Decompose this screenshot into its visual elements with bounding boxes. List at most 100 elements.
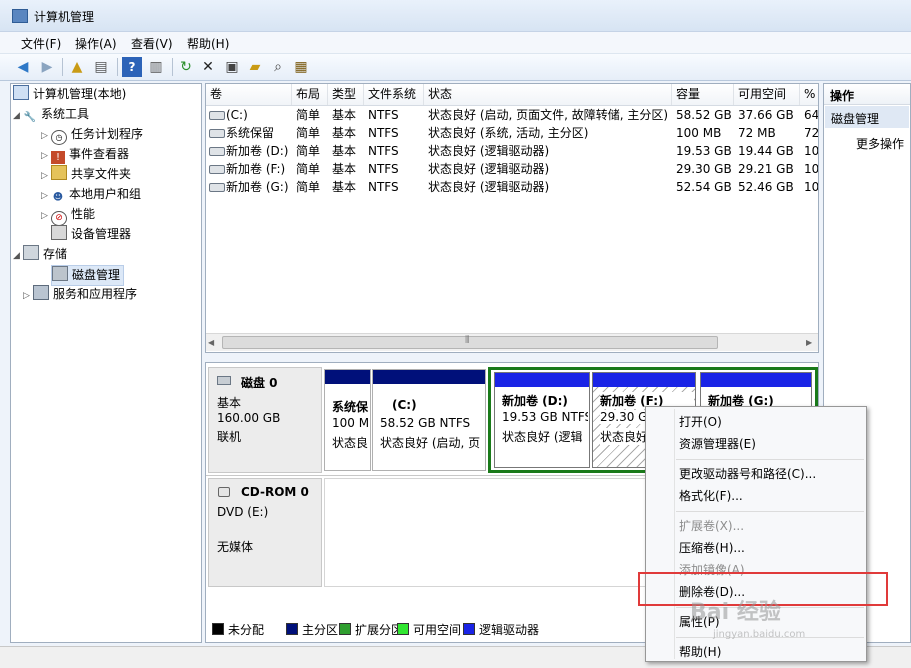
horizontal-scrollbar[interactable]: ◀ ⦀ ▶ bbox=[206, 333, 818, 351]
partition-system-reserved[interactable]: 系统保 100 M 状态良 bbox=[324, 369, 371, 471]
properties-icon[interactable]: ▣ bbox=[222, 57, 242, 77]
volume-cell-fs: NTFS bbox=[368, 126, 399, 140]
menu-item-format[interactable]: 格式化(F)... bbox=[679, 487, 743, 504]
disk0-name: 磁盘 0 bbox=[241, 376, 278, 390]
tree-item-computer-management[interactable]: 计算机管理(本地) bbox=[13, 85, 126, 104]
tree-item-performance[interactable]: ▷ ⊘ 性能 bbox=[41, 205, 95, 226]
expand-arrow-icon[interactable]: ▷ bbox=[41, 147, 51, 166]
tree-item-local-users-groups[interactable]: ▷ ☻ 本地用户和组 bbox=[41, 185, 141, 204]
menu-item-change-drive-letter[interactable]: 更改驱动器号和路径(C)... bbox=[679, 465, 816, 482]
volume-cell-status: 状态良好 (系统, 活动, 主分区) bbox=[428, 126, 589, 140]
refresh-icon[interactable]: ↻ bbox=[176, 57, 196, 77]
window-title: 计算机管理 bbox=[34, 10, 95, 24]
column-capacity[interactable]: 容量 bbox=[672, 84, 734, 105]
cdrom-media: 无媒体 bbox=[217, 540, 254, 554]
console-tree: 计算机管理(本地) ◢ 🔧 系统工具 ▷ ◷ 任务计划程序 ▷! 事件查看器 ▷ 共享文件夹… bbox=[10, 83, 202, 643]
partition-c[interactable]: (C:) 58.52 GB NTFS 状态良好 (启动, 页 bbox=[372, 369, 486, 471]
forward-icon[interactable]: ▶ bbox=[37, 57, 57, 77]
action-pane-icon[interactable]: ▥ bbox=[146, 57, 166, 77]
tree-item-storage[interactable]: ◢ 存储 bbox=[13, 245, 67, 264]
volume-cell-free: 37.66 GB bbox=[738, 108, 794, 122]
menu-file[interactable]: 文件(F) bbox=[21, 35, 61, 52]
shared-folder-icon bbox=[51, 165, 67, 180]
menu-item-explorer[interactable]: 资源管理器(E) bbox=[679, 435, 756, 452]
volume-cell-free: 29.21 GB bbox=[738, 162, 794, 176]
tree-item-disk-management[interactable]: 磁盘管理 bbox=[51, 265, 125, 286]
volume-cell-pct: 64 bbox=[804, 108, 819, 122]
cdrom-info[interactable]: CD-ROM 0 DVD (E:) 无媒体 bbox=[208, 478, 322, 587]
volume-cell-type: 基本 bbox=[332, 126, 357, 140]
scroll-left-icon[interactable]: ◀ bbox=[208, 338, 214, 347]
watermark-url: jingyan.baidu.com bbox=[713, 629, 806, 640]
volume-cell-pct: 10 bbox=[804, 180, 819, 194]
column-status[interactable]: 状态 bbox=[424, 84, 672, 105]
column-type[interactable]: 类型 bbox=[328, 84, 364, 105]
collapse-arrow-icon[interactable]: ◢ bbox=[13, 247, 23, 266]
tree-item-task-scheduler[interactable]: ▷ ◷ 任务计划程序 bbox=[41, 125, 143, 146]
volume-cell-status: 状态良好 (启动, 页面文件, 故障转储, 主分区) bbox=[428, 108, 669, 122]
volume-cell-free: 19.44 GB bbox=[738, 144, 794, 158]
column-free-space[interactable]: 可用空间 bbox=[734, 84, 800, 105]
volume-list: 卷 布局 类型 文件系统 状态 容量 可用空间 % (C:) 简单 基本 NTFS 状态… bbox=[205, 83, 819, 353]
collapse-arrow-icon[interactable]: ◢ bbox=[13, 107, 23, 126]
volume-cell-fs: NTFS bbox=[368, 144, 399, 158]
more-actions-link[interactable]: 更多操作 bbox=[856, 135, 904, 152]
logical-drive-bar bbox=[593, 373, 695, 387]
users-icon: ☻ bbox=[52, 192, 64, 203]
console-tree-icon[interactable]: ▤ bbox=[91, 57, 111, 77]
scrollbar-thumb[interactable] bbox=[222, 336, 718, 349]
menu-item-open[interactable]: 打开(O) bbox=[679, 413, 722, 430]
volume-row[interactable]: 新加卷 (D:) 简单 基本 NTFS 状态良好 (逻辑驱动器) 19.53 GB 19.4… bbox=[206, 142, 818, 160]
disk0-info[interactable]: 磁盘 0 基本 160.00 GB 联机 bbox=[208, 367, 322, 473]
legend-item: 扩展分区 bbox=[339, 623, 403, 637]
volume-row[interactable]: (C:) 简单 基本 NTFS 状态良好 (启动, 页面文件, 故障转储, 主分区) 58… bbox=[206, 106, 818, 124]
volume-cell-pct: 10 bbox=[804, 162, 819, 176]
column-layout[interactable]: 布局 bbox=[292, 84, 328, 105]
legend-swatch bbox=[286, 623, 298, 635]
volume-icon bbox=[209, 147, 225, 156]
tree-item-services-applications[interactable]: ▷ 服务和应用程序 bbox=[23, 285, 137, 304]
menu-item-shrink-volume[interactable]: 压缩卷(H)... bbox=[679, 539, 745, 556]
scroll-right-icon[interactable]: ▶ bbox=[806, 338, 812, 347]
tree-item-system-tools[interactable]: ◢ 🔧 系统工具 bbox=[13, 105, 89, 124]
expand-arrow-icon[interactable]: ▷ bbox=[41, 127, 51, 146]
volume-cell-type: 基本 bbox=[332, 162, 357, 176]
disk0-state: 联机 bbox=[217, 430, 242, 444]
volume-cell-fs: NTFS bbox=[368, 180, 399, 194]
tree-item-device-manager[interactable]: 设备管理器 bbox=[51, 225, 131, 244]
column-volume[interactable]: 卷 bbox=[206, 84, 292, 105]
expand-arrow-icon[interactable]: ▷ bbox=[41, 167, 51, 186]
menu-help[interactable]: 帮助(H) bbox=[187, 35, 229, 52]
column-percent[interactable]: % bbox=[800, 84, 818, 105]
partition-d[interactable]: 新加卷 (D:) 19.53 GB NTFS 状态良好 (逻辑 bbox=[494, 372, 590, 468]
volume-row[interactable]: 新加卷 (G:) 简单 基本 NTFS 状态良好 (逻辑驱动器) 52.54 GB 52.4… bbox=[206, 178, 818, 196]
open-icon[interactable]: ▰ bbox=[245, 57, 265, 77]
actions-header: 操作 bbox=[830, 89, 855, 103]
volume-row[interactable]: 系统保留 简单 基本 NTFS 状态良好 (系统, 活动, 主分区) 100 MB 72 M… bbox=[206, 124, 818, 142]
device-manager-icon bbox=[51, 225, 67, 240]
settings-icon[interactable]: ▦ bbox=[291, 57, 311, 77]
delete-icon[interactable]: ✕ bbox=[198, 57, 218, 77]
help-icon[interactable]: ? bbox=[122, 57, 142, 77]
volume-row[interactable]: 新加卷 (F:) 简单 基本 NTFS 状态良好 (逻辑驱动器) 29.30 GB 29.2… bbox=[206, 160, 818, 178]
up-icon[interactable]: ▲ bbox=[67, 57, 87, 77]
menu-view[interactable]: 查看(V) bbox=[131, 35, 173, 52]
expand-arrow-icon[interactable]: ▷ bbox=[41, 207, 51, 226]
volume-cell-fs: NTFS bbox=[368, 108, 399, 122]
expand-arrow-icon[interactable]: ▷ bbox=[23, 287, 33, 306]
volume-cell-status: 状态良好 (逻辑驱动器) bbox=[428, 180, 550, 194]
disk-icon bbox=[217, 376, 231, 385]
toolbar: ◀ ▶ ▲ ▤ ? ▥ ↻ ✕ ▣ ▰ ⌕ ▦ bbox=[0, 54, 911, 81]
expand-arrow-icon[interactable]: ▷ bbox=[41, 187, 51, 206]
back-icon[interactable]: ◀ bbox=[13, 57, 33, 77]
menu-item-help[interactable]: 帮助(H) bbox=[679, 643, 721, 660]
volume-cell-free: 72 MB bbox=[738, 126, 776, 140]
volume-cell-capacity: 100 MB bbox=[676, 126, 722, 140]
legend-swatch bbox=[463, 623, 475, 635]
tree-item-shared-folders[interactable]: ▷ 共享文件夹 bbox=[41, 165, 131, 184]
find-icon[interactable]: ⌕ bbox=[268, 57, 288, 77]
column-filesystem[interactable]: 文件系统 bbox=[364, 84, 424, 105]
menu-action[interactable]: 操作(A) bbox=[75, 35, 117, 52]
volume-icon bbox=[209, 111, 225, 120]
tree-item-event-viewer[interactable]: ▷! 事件查看器 bbox=[41, 145, 129, 164]
